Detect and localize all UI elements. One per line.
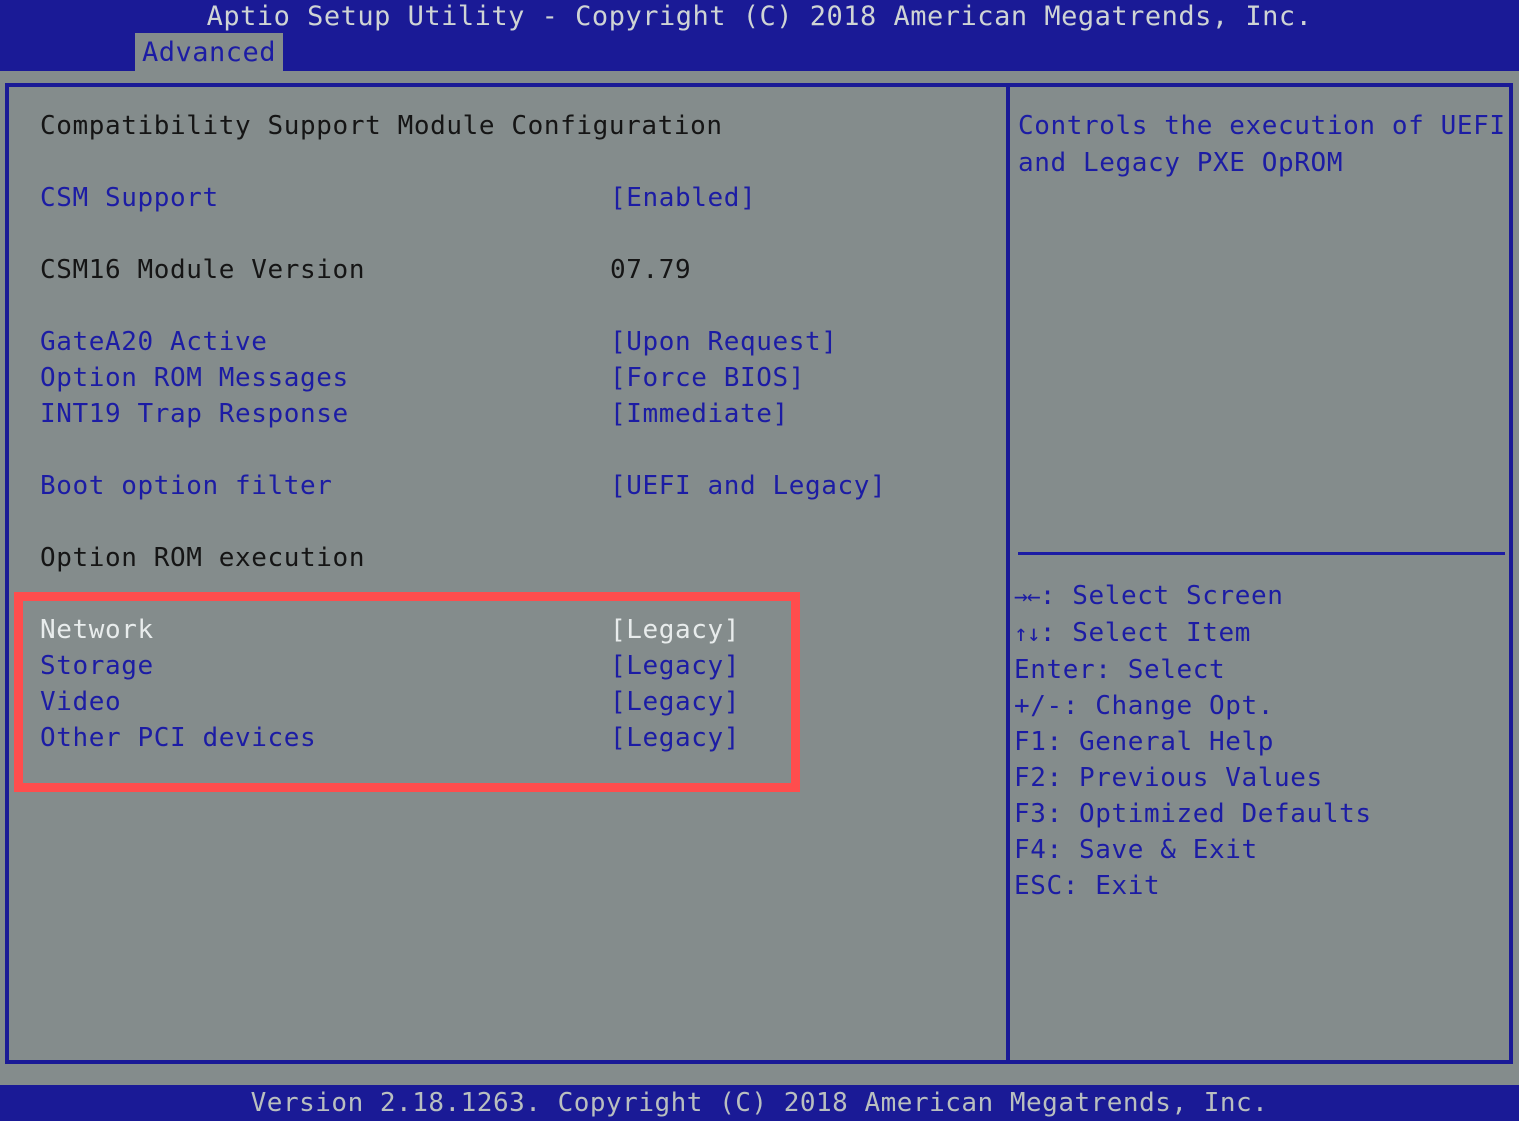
setting-row-storage[interactable]: Storage [Legacy] — [40, 648, 980, 684]
key-legend-change-opt: +/-: Change Opt. — [1014, 691, 1275, 721]
setting-row-gatea20-active[interactable]: GateA20 Active [Upon Request] — [40, 324, 980, 360]
setting-label: CSM Support — [40, 183, 219, 213]
key-legend-optimized-defaults: F3: Optimized Defaults — [1014, 799, 1372, 829]
setting-label: Storage — [40, 651, 154, 681]
setting-label: Boot option filter — [40, 471, 333, 501]
setting-label: CSM16 Module Version — [40, 255, 366, 285]
setting-row-video[interactable]: Video [Legacy] — [40, 684, 980, 720]
bios-setup-screen: Aptio Setup Utility - Copyright (C) 2018… — [0, 0, 1519, 1121]
setting-row-int19-trap-response[interactable]: INT19 Trap Response [Immediate] — [40, 396, 980, 432]
setting-value[interactable]: [Upon Request] — [610, 324, 838, 360]
setting-value[interactable]: [Enabled] — [610, 180, 756, 216]
help-text-line: Controls the execution of UEFI — [1018, 111, 1506, 141]
key-legend-select-screen: →←: Select Screen — [1014, 578, 1504, 615]
settings-list: Compatibility Support Module Configurati… — [40, 108, 980, 756]
setting-label: Option ROM Messages — [40, 363, 349, 393]
subsection-title-row: Option ROM execution — [40, 540, 980, 576]
title-bar: Aptio Setup Utility - Copyright (C) 2018… — [0, 0, 1519, 33]
setting-row-boot-option-filter[interactable]: Boot option filter [UEFI and Legacy] — [40, 468, 980, 504]
setting-row-option-rom-messages[interactable]: Option ROM Messages [Force BIOS] — [40, 360, 980, 396]
setting-value[interactable]: [Legacy] — [610, 612, 740, 648]
key-legend-esc-exit: ESC: Exit — [1014, 871, 1161, 901]
setting-row-csm16-module-version: CSM16 Module Version 07.79 — [40, 252, 980, 288]
key-legend-previous-values: F2: Previous Values — [1014, 763, 1323, 793]
setting-label: Other PCI devices — [40, 723, 317, 753]
help-panel: Controls the execution of UEFI and Legac… — [1018, 108, 1506, 182]
help-text-line: and Legacy PXE OpROM — [1018, 148, 1344, 178]
panel-divider — [1006, 83, 1010, 1064]
key-legend-general-help: F1: General Help — [1014, 727, 1275, 757]
title-bar-text: Aptio Setup Utility - Copyright (C) 2018… — [206, 1, 1313, 32]
key-legend: →←: Select Screen ↑↓: Select Item Enter:… — [1014, 578, 1504, 904]
arrow-left-right-icon: →← — [1014, 584, 1041, 610]
setting-value[interactable]: [Legacy] — [610, 684, 740, 720]
key-legend-enter-select: Enter: Select — [1014, 655, 1226, 685]
setting-label: Network — [40, 615, 154, 645]
setting-value: 07.79 — [610, 255, 692, 285]
subsection-title: Option ROM execution — [40, 543, 366, 573]
key-legend-save-exit: F4: Save & Exit — [1014, 835, 1258, 865]
setting-label: Video — [40, 687, 122, 717]
section-title-row: Compatibility Support Module Configurati… — [40, 108, 980, 144]
key-legend-label: : Select Screen — [1039, 581, 1284, 611]
setting-value[interactable]: [Legacy] — [610, 720, 740, 756]
setting-label: INT19 Trap Response — [40, 399, 349, 429]
setting-value[interactable]: [Force BIOS] — [610, 360, 805, 396]
setting-row-network[interactable]: Network [Legacy] — [40, 612, 980, 648]
footer-bar: Version 2.18.1263. Copyright (C) 2018 Am… — [0, 1085, 1519, 1121]
setting-value[interactable]: [Legacy] — [610, 648, 740, 684]
tab-advanced[interactable]: Advanced — [135, 33, 283, 72]
setting-label: GateA20 Active — [40, 327, 268, 357]
key-legend-label: : Select Item — [1039, 618, 1251, 648]
footer-version-text: Version 2.18.1263. Copyright (C) 2018 Am… — [250, 1088, 1269, 1118]
help-divider — [1018, 552, 1505, 555]
setting-value[interactable]: [UEFI and Legacy] — [610, 468, 886, 504]
setting-value[interactable]: [Immediate] — [610, 396, 789, 432]
key-legend-select-item: ↑↓: Select Item — [1014, 615, 1504, 652]
setting-row-other-pci-devices[interactable]: Other PCI devices [Legacy] — [40, 720, 980, 756]
section-title: Compatibility Support Module Configurati… — [40, 111, 723, 141]
setting-row-csm-support[interactable]: CSM Support [Enabled] — [40, 180, 980, 216]
arrow-up-down-icon: ↑↓ — [1014, 621, 1041, 647]
